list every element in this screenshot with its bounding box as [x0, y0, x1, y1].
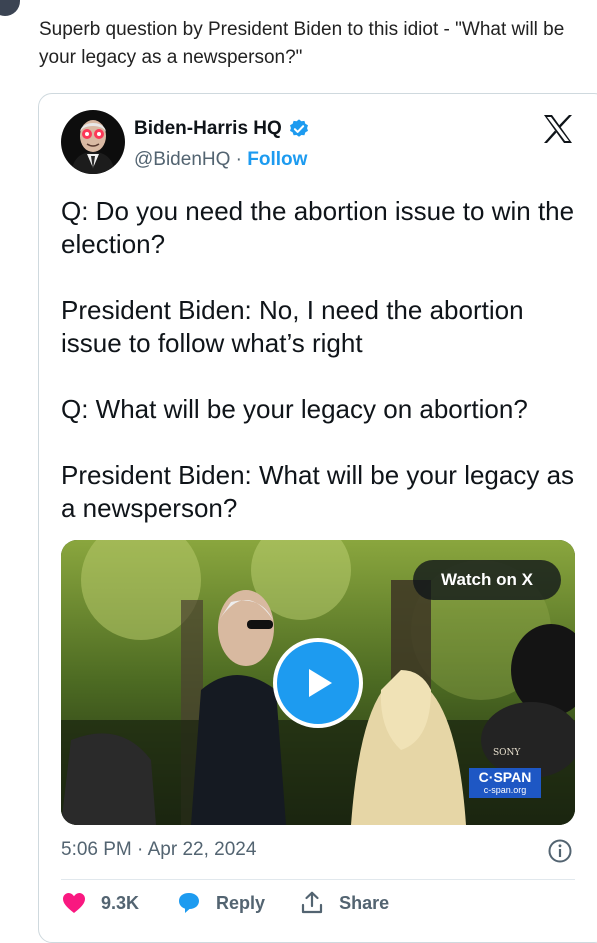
- tweet-actions: 9.3K Reply Share: [61, 890, 389, 916]
- reply-bubble-icon: [179, 893, 200, 913]
- author-display-name[interactable]: Biden-Harris HQ: [134, 118, 310, 140]
- tweet-body: Q: Do you need the abortion issue to win…: [61, 195, 581, 525]
- divider: [61, 879, 575, 880]
- embedded-tweet-card[interactable]: Biden-Harris HQ @BidenHQ · Follow Q: Do …: [38, 93, 597, 943]
- heart-icon: [63, 893, 85, 913]
- share-button[interactable]: Share: [299, 890, 389, 916]
- reply-label: Reply: [216, 892, 266, 913]
- author-name-text[interactable]: Biden-Harris HQ: [134, 118, 282, 140]
- camera-brand-text: SONY: [493, 748, 521, 758]
- cspan-logo-text: C·SPAN: [478, 769, 532, 785]
- info-icon[interactable]: [547, 838, 573, 864]
- tweet-paragraph: Q: What will be your legacy on abortion?: [61, 394, 528, 424]
- cspan-url-text: c-span.org: [483, 785, 527, 795]
- share-icon: [301, 891, 323, 914]
- like-count: 9.3K: [101, 892, 140, 913]
- follow-button[interactable]: Follow: [247, 149, 307, 170]
- tweet-paragraph: President Biden: What will be your legac…: [61, 460, 575, 523]
- video-player[interactable]: SONY Watch on X C·SPAN c-span.org: [61, 540, 575, 825]
- laser-eyes-avatar-icon[interactable]: [61, 110, 125, 174]
- like-button[interactable]: 9.3K: [61, 890, 139, 916]
- share-label: Share: [339, 892, 390, 913]
- post-text: Superb question by President Biden to th…: [39, 19, 565, 68]
- author-handle[interactable]: @BidenHQ: [134, 149, 230, 170]
- play-icon: [309, 669, 332, 697]
- top-user-avatar[interactable]: [0, 0, 20, 16]
- cspan-watermark: C·SPAN c-span.org: [469, 768, 541, 798]
- handle-separator: ·: [230, 149, 248, 170]
- tweet-paragraph: Q: Do you need the abortion issue to win…: [61, 196, 575, 259]
- x-logo-icon[interactable]: [542, 114, 574, 144]
- watch-on-x-button[interactable]: Watch on X: [413, 560, 561, 600]
- verified-badge-icon: [289, 119, 308, 137]
- tweet-timestamp[interactable]: 5:06 PM · Apr 22, 2024: [61, 839, 575, 861]
- author-handle-row: @BidenHQ · Follow: [134, 149, 307, 171]
- play-button[interactable]: [273, 638, 363, 728]
- tweet-paragraph: President Biden: No, I need the abortion…: [61, 295, 524, 358]
- reply-button[interactable]: Reply: [176, 890, 265, 916]
